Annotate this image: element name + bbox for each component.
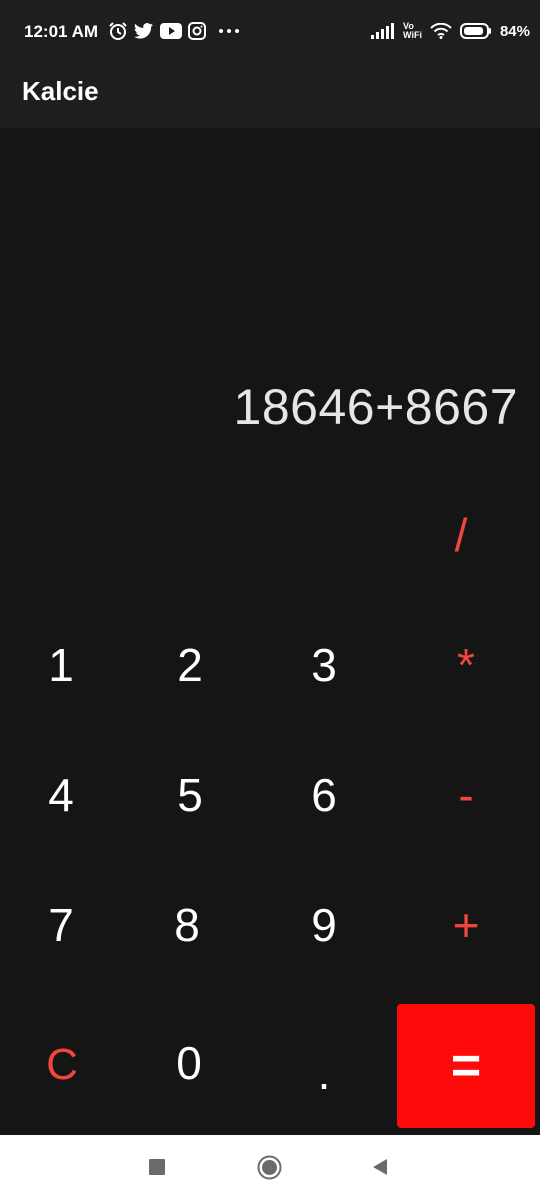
clear-button[interactable]: C — [0, 1010, 127, 1120]
key-5-button[interactable]: 5 — [125, 740, 255, 850]
equals-button[interactable]: = — [397, 1004, 535, 1128]
multiply-button[interactable]: * — [401, 610, 531, 720]
key-2-button[interactable]: 2 — [125, 610, 255, 720]
subtract-button[interactable]: - — [401, 740, 531, 850]
app-title: Kalcie — [22, 76, 99, 106]
vowifi-icon: Vo WiFi — [403, 22, 422, 40]
key-0-button[interactable]: 0 — [124, 1008, 254, 1118]
add-button[interactable]: + — [401, 870, 531, 980]
key-4-button[interactable]: 4 — [0, 740, 126, 850]
alarm-icon — [109, 22, 127, 40]
key-9-button[interactable]: 9 — [259, 870, 389, 980]
key-3-button[interactable]: 3 — [259, 610, 389, 720]
vowifi-label-bottom: WiFi — [403, 30, 422, 40]
wifi-icon — [430, 23, 452, 39]
key-6-button[interactable]: 6 — [259, 740, 389, 850]
battery-icon — [459, 23, 491, 39]
battery-percent: 84% — [499, 22, 530, 40]
status-right-icons: Vo WiFi 84% — [371, 20, 530, 42]
app-bar: Kalcie — [0, 62, 540, 128]
instagram-icon — [188, 22, 206, 40]
decimal-button[interactable]: . — [259, 1018, 389, 1128]
recents-square-icon[interactable] — [149, 1159, 165, 1175]
status-left-icons — [108, 20, 240, 42]
back-triangle-icon[interactable] — [371, 1158, 389, 1176]
key-1-button[interactable]: 1 — [0, 610, 126, 720]
status-bar: 12:01 AM Vo WiFi 84% — [0, 0, 540, 62]
key-7-button[interactable]: 7 — [0, 870, 126, 980]
status-time: 12:01 AM — [24, 22, 99, 41]
key-8-button[interactable]: 8 — [122, 870, 252, 980]
divide-button[interactable]: / — [396, 480, 526, 590]
signal-icon — [371, 23, 395, 39]
home-circle-icon[interactable] — [257, 1155, 282, 1180]
more-dots-icon — [219, 29, 239, 33]
twitter-icon — [134, 23, 153, 39]
youtube-icon — [160, 23, 182, 39]
expression-display: 18646+8667 — [233, 379, 518, 435]
navigation-bar — [0, 1135, 540, 1200]
